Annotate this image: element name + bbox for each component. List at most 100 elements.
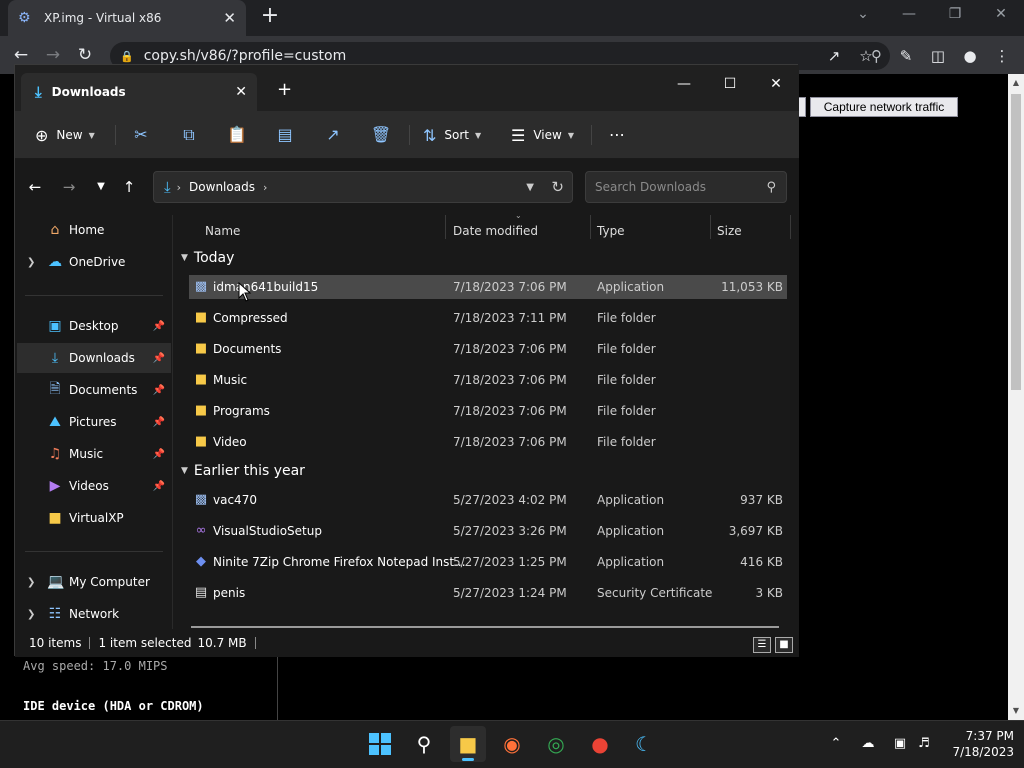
tray-volume-icon[interactable]: ♬	[914, 734, 934, 754]
file-name: penis	[213, 586, 246, 600]
new-tab-button[interactable]: +	[258, 4, 282, 30]
explorer-new-tab-button[interactable]: +	[277, 79, 292, 100]
table-row[interactable]: ■ Compressed 7/18/2023 7:11 PM File fold…	[189, 306, 787, 330]
column-header-date[interactable]: Date modified	[453, 219, 538, 243]
tray-show-hidden-icon[interactable]: ⌃	[826, 734, 846, 754]
file-name: Music	[213, 373, 248, 387]
sidebar-item-home[interactable]: ⌂ Home	[17, 215, 171, 245]
table-row[interactable]: ◆ Ninite 7Zip Chrome Firefox Notepad Ins…	[189, 550, 787, 574]
expand-chevron-icon[interactable]: ❯	[27, 577, 35, 588]
explorer-address-bar[interactable]: ⤓ › Downloads › ▼ ↻	[153, 171, 573, 203]
sidebar-item-virtualxp[interactable]: ■ VirtualXP	[17, 503, 171, 533]
column-header-size[interactable]: Size	[717, 219, 742, 243]
taskbar-file-explorer-icon[interactable]: ■	[450, 726, 486, 762]
taskbar-clock[interactable]: 7:37 PM 7/18/2023	[942, 728, 1014, 762]
folder-icon: ■	[194, 341, 208, 356]
sidebar-item-my-computer[interactable]: ❯ 💻 My Computer	[17, 567, 171, 597]
sidebar-item-desktop[interactable]: ▣ Desktop 📌	[17, 311, 171, 341]
sidebar-item-network[interactable]: ❯ ☷ Network	[17, 599, 171, 629]
divider	[409, 125, 410, 145]
column-divider[interactable]	[790, 215, 791, 239]
table-row[interactable]: ∞ VisualStudioSetup 5/27/2023 3:26 PM Ap…	[189, 519, 787, 543]
extensions-icon[interactable]: ✎	[894, 44, 918, 68]
column-header-name[interactable]: Name	[205, 219, 240, 243]
close-icon[interactable]: ✕	[235, 84, 247, 100]
sidebar-item-pictures[interactable]: ⛰ Pictures 📌	[17, 407, 171, 437]
explorer-minimize-button[interactable]: —	[661, 71, 707, 99]
refresh-icon[interactable]: ↻	[551, 178, 564, 196]
restore-button[interactable]: ❐	[932, 0, 978, 30]
share-icon[interactable]: ↗	[321, 123, 345, 147]
sort-button[interactable]: ⇅ Sort ▼	[423, 123, 481, 147]
column-divider[interactable]	[590, 215, 591, 239]
more-options-icon[interactable]: ⋯	[605, 123, 629, 147]
side-panel-icon[interactable]: ◫	[926, 44, 950, 68]
column-divider[interactable]	[710, 215, 711, 239]
table-row[interactable]: ▤ penis 5/27/2023 1:24 PM Security Certi…	[189, 581, 787, 605]
sidebar-item-onedrive[interactable]: ❯ ☁ OneDrive	[17, 247, 171, 277]
delete-icon[interactable]: 🗑	[369, 123, 393, 147]
table-row[interactable]: ■ Documents 7/18/2023 7:06 PM File folde…	[189, 337, 787, 361]
column-header-type[interactable]: Type	[597, 219, 625, 243]
sidebar-item-music[interactable]: ♫ Music 📌	[17, 439, 171, 469]
page-button-edge[interactable]	[798, 97, 806, 117]
cut-icon[interactable]: ✂	[129, 123, 153, 147]
group-header-earlier-this-year[interactable]: ▼ Earlier this year	[181, 460, 305, 482]
scroll-up-icon[interactable]: ▲	[1008, 78, 1024, 87]
explorer-close-button[interactable]: ✕	[753, 71, 799, 99]
taskbar-search-icon[interactable]: ⚲	[406, 726, 442, 762]
breadcrumb-downloads[interactable]: Downloads	[189, 180, 255, 194]
table-row[interactable]: ▩ vac470 5/27/2023 4:02 PM Application 9…	[189, 488, 787, 512]
tab-search-icon[interactable]: ⌄	[840, 0, 886, 30]
explorer-maximize-button[interactable]: ☐	[707, 71, 753, 99]
table-row[interactable]: ■ Music 7/18/2023 7:06 PM File folder	[189, 368, 787, 392]
browser-tab[interactable]: ⚙ XP.img - Virtual x86 ✕	[8, 0, 246, 36]
table-row[interactable]: ▩ idman641build15 7/18/2023 7:06 PM Appl…	[189, 275, 787, 299]
sidebar-item-videos[interactable]: ▶ Videos 📌	[17, 471, 171, 501]
forward-arrow-icon[interactable]: →	[57, 177, 81, 197]
taskbar-chrome-icon[interactable]: ◎	[538, 726, 574, 762]
table-row[interactable]: ■ Programs 7/18/2023 7:06 PM File folder	[189, 399, 787, 423]
profile-icon[interactable]: ●	[958, 44, 982, 68]
close-window-button[interactable]: ✕	[978, 0, 1024, 30]
sidebar-item-documents[interactable]: 🗎 Documents 📌	[17, 375, 171, 405]
back-arrow-icon[interactable]: ←	[23, 177, 47, 197]
explorer-tab[interactable]: ⤓ Downloads ✕	[21, 73, 257, 111]
sidebar-item-downloads[interactable]: ⤓ Downloads 📌	[17, 343, 171, 373]
copy-icon[interactable]: ⧉	[177, 123, 201, 147]
scrollbar-thumb[interactable]	[1011, 94, 1021, 390]
address-history-icon[interactable]: ▼	[526, 182, 534, 193]
tray-network-icon[interactable]: ▣	[890, 734, 910, 754]
horizontal-scrollbar[interactable]	[191, 626, 779, 628]
view-button[interactable]: ☰ View ▼	[511, 123, 574, 147]
page-scrollbar[interactable]: ▲ ▼	[1008, 74, 1024, 720]
share-icon[interactable]: ↗	[822, 44, 846, 68]
tray-cloud-off-icon[interactable]: ☁	[858, 734, 878, 754]
group-header-today[interactable]: ▼ Today	[181, 247, 234, 269]
bookmark-star-icon[interactable]: ☆	[854, 44, 878, 68]
scroll-down-icon[interactable]: ▼	[1008, 706, 1024, 715]
column-divider[interactable]	[445, 215, 446, 239]
search-downloads-input[interactable]: Search Downloads ⚲	[585, 171, 787, 203]
new-button[interactable]: ⊕ New ▼	[35, 123, 95, 147]
expand-chevron-icon[interactable]: ❯	[27, 257, 35, 268]
capture-network-traffic-button[interactable]: Capture network traffic	[810, 97, 958, 117]
taskbar-network-app-icon[interactable]: ☾	[626, 726, 662, 762]
taskbar-firefox-icon[interactable]: ◉	[494, 726, 530, 762]
close-icon[interactable]: ✕	[223, 9, 236, 27]
up-arrow-icon[interactable]: ↑	[117, 177, 141, 197]
details-view-icon[interactable]: ☰	[753, 637, 771, 653]
taskbar-maps-pin-icon[interactable]: ●	[582, 726, 618, 762]
minimize-button[interactable]: —	[886, 0, 932, 30]
expand-chevron-icon[interactable]: ❯	[27, 609, 35, 620]
breadcrumb-chevron-icon[interactable]: ›	[263, 181, 267, 194]
app-icon: ▩	[194, 492, 208, 507]
recent-locations-icon[interactable]: ▼	[89, 177, 113, 197]
table-row[interactable]: ■ Video 7/18/2023 7:06 PM File folder	[189, 430, 787, 454]
more-menu-icon[interactable]: ⋮	[990, 44, 1014, 68]
paste-icon[interactable]: 📋	[225, 123, 249, 147]
start-button[interactable]	[362, 726, 398, 762]
rename-icon[interactable]: ▤	[273, 123, 297, 147]
tiles-view-icon[interactable]: ■	[775, 637, 793, 653]
